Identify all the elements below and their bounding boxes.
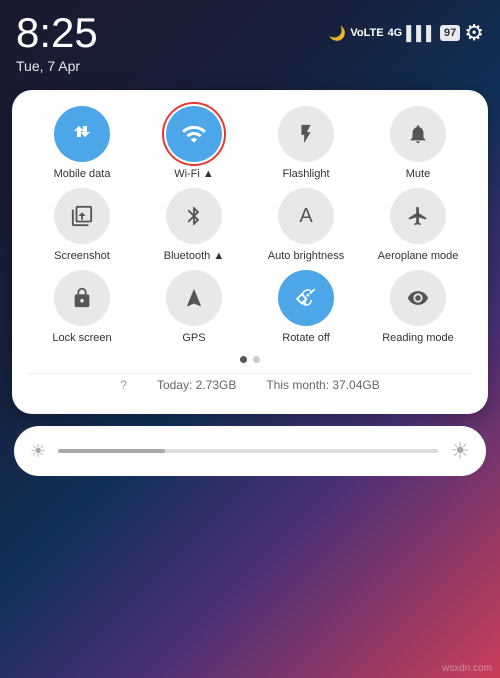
today-data: Today: 2.73GB xyxy=(157,378,236,392)
signal-bars-icon: ▌▌▌ xyxy=(406,25,436,41)
bluetooth-icon xyxy=(166,188,222,244)
battery-icon: 97 xyxy=(440,25,460,41)
dot-1 xyxy=(240,356,247,363)
aeroplane-label: Aeroplane mode xyxy=(378,250,459,262)
settings-icon[interactable]: ⚙ xyxy=(464,20,484,46)
bluetooth-label: Bluetooth ▲ xyxy=(164,250,224,262)
wifi-label: Wi-Fi ▲ xyxy=(174,168,214,180)
mobile-data-icon xyxy=(54,106,110,162)
page-dots xyxy=(28,356,472,363)
volte-icon: VoLTE xyxy=(350,27,383,39)
tile-aeroplane[interactable]: Aeroplane mode xyxy=(364,188,472,262)
gps-label: GPS xyxy=(182,332,205,344)
brightness-thumb xyxy=(58,449,164,453)
status-bar: 8:25 Tue, 7 Apr 🌙 VoLTE 4G ▌▌▌ 97 ⚙ xyxy=(0,0,500,78)
date: Tue, 7 Apr xyxy=(16,58,98,74)
tiles-grid: Mobile data Wi-Fi ▲ Flashlight xyxy=(28,106,472,344)
mute-label: Mute xyxy=(406,168,430,180)
tile-reading-mode[interactable]: Reading mode xyxy=(364,270,472,344)
auto-brightness-label: Auto brightness xyxy=(268,250,344,262)
screenshot-label: Screenshot xyxy=(54,250,110,262)
tile-bluetooth[interactable]: Bluetooth ▲ xyxy=(140,188,248,262)
screenshot-icon xyxy=(54,188,110,244)
tile-rotate-off[interactable]: Rotate off xyxy=(252,270,360,344)
lock-screen-icon xyxy=(54,270,110,326)
rotate-off-label: Rotate off xyxy=(282,332,330,344)
brightness-track[interactable] xyxy=(58,449,438,453)
tile-gps[interactable]: GPS xyxy=(140,270,248,344)
mute-icon xyxy=(390,106,446,162)
reading-mode-icon xyxy=(390,270,446,326)
flashlight-label: Flashlight xyxy=(282,168,329,180)
month-data: This month: 37.04GB xyxy=(266,378,379,392)
wifi-icon xyxy=(166,106,222,162)
tile-flashlight[interactable]: Flashlight xyxy=(252,106,360,180)
4g-icon: 4G xyxy=(388,27,403,39)
watermark: wsxdn.com xyxy=(442,663,492,674)
tile-screenshot[interactable]: Screenshot xyxy=(28,188,136,262)
tile-auto-brightness[interactable]: A Auto brightness xyxy=(252,188,360,262)
quick-panel: Mobile data Wi-Fi ▲ Flashlight xyxy=(12,90,488,414)
brightness-high-icon: ☀ xyxy=(450,438,470,464)
clock: 8:25 xyxy=(16,12,98,54)
tile-lock-screen[interactable]: Lock screen xyxy=(28,270,136,344)
brightness-low-icon: ☀ xyxy=(30,441,46,462)
flashlight-icon xyxy=(278,106,334,162)
gps-icon xyxy=(166,270,222,326)
tile-mobile-data[interactable]: Mobile data xyxy=(28,106,136,180)
reading-mode-label: Reading mode xyxy=(382,332,454,344)
dot-2 xyxy=(253,356,260,363)
lock-screen-label: Lock screen xyxy=(52,332,111,344)
status-icons: 🌙 VoLTE 4G ▌▌▌ 97 ⚙ xyxy=(329,12,484,46)
brightness-bar[interactable]: ☀ ☀ xyxy=(14,426,486,476)
data-query-icon: ? xyxy=(120,378,127,392)
data-bar: ? Today: 2.73GB This month: 37.04GB xyxy=(28,373,472,398)
moon-icon: 🌙 xyxy=(329,25,346,42)
tile-mute[interactable]: Mute xyxy=(364,106,472,180)
mobile-data-label: Mobile data xyxy=(54,168,111,180)
tile-wifi[interactable]: Wi-Fi ▲ xyxy=(140,106,248,180)
auto-brightness-icon: A xyxy=(278,188,334,244)
aeroplane-icon xyxy=(390,188,446,244)
rotate-off-icon xyxy=(278,270,334,326)
